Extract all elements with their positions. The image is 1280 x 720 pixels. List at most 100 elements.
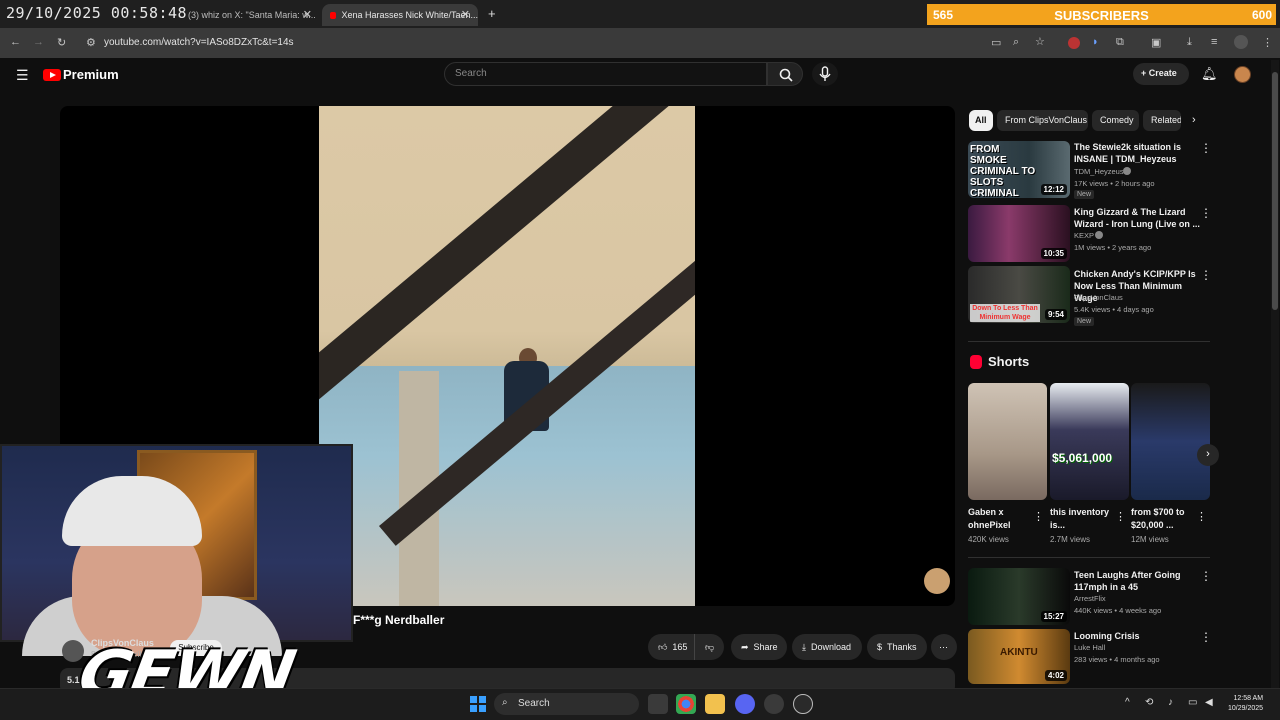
short-thumbnail[interactable] [968, 383, 1047, 500]
thumbs-down-icon: 👎︎ [705, 641, 715, 652]
recommendation-channel[interactable]: ArrestFlix [1074, 594, 1106, 603]
menu-dots-icon[interactable]: ⋮ [1262, 36, 1273, 49]
thanks-button[interactable]: $ Thanks [867, 634, 927, 660]
download-icon[interactable]: ⤓ [1187, 36, 1192, 49]
more-options-icon[interactable]: ⋮ [1196, 510, 1207, 523]
clock-app-icon[interactable] [793, 694, 813, 714]
account-avatar[interactable] [1234, 66, 1251, 83]
video-thumbnail[interactable]: Down To Less Than Minimum Wage 9:54 [968, 266, 1070, 323]
more-options-icon[interactable]: ⋮ [1033, 510, 1044, 523]
recommendation-title[interactable]: Teen Laughs After Going 117mph in a 45 [1074, 569, 1204, 593]
recommendation-channel[interactable]: KEXP [1074, 231, 1094, 240]
more-options-icon[interactable]: ⋮ [1200, 206, 1212, 220]
tray-overflow-icon[interactable]: ^ [1125, 697, 1130, 708]
split-view-icon[interactable]: ▣ [1151, 36, 1161, 49]
chip-from-channel[interactable]: From ClipsVonClaus [997, 110, 1088, 131]
search-icon [779, 68, 793, 82]
more-options-icon[interactable]: ⋮ [1200, 141, 1212, 155]
dislike-button[interactable]: 👎︎ [694, 634, 724, 660]
more-options-icon[interactable]: ⋮ [1115, 510, 1126, 523]
back-icon[interactable]: ← [10, 36, 21, 48]
taskbar-clock[interactable]: 12:58 AM 10/29/2025 [1228, 694, 1263, 714]
download-button[interactable]: ⤓ Download [792, 634, 862, 660]
create-label: Create [1148, 68, 1177, 78]
youtube-favicon-icon [330, 11, 337, 19]
video-thumbnail[interactable]: 15:27 [968, 568, 1070, 625]
cast-icon[interactable]: ▭ [991, 36, 1001, 49]
subscriber-goal-bar: 565 SUBSCRIBERS 600 [927, 4, 1276, 25]
site-info-icon[interactable]: ⚙ [86, 36, 96, 49]
close-tab-icon[interactable]: ✕ [303, 8, 312, 21]
recommendation-channel[interactable]: ClipsVonClaus [1074, 293, 1123, 302]
youtube-logo-label[interactable]: Premium [63, 67, 119, 82]
microphone-icon [819, 66, 831, 81]
short-overlay-text: $5,061,000 [1052, 451, 1113, 465]
microphone-icon[interactable]: ♪ [1168, 697, 1173, 708]
network-icon[interactable]: ⟲ [1145, 697, 1153, 708]
like-button[interactable]: 👍︎ 165 [648, 634, 694, 660]
recommendation-channel[interactable]: Luke Hall [1074, 643, 1105, 652]
share-button[interactable]: ➦ Share [731, 634, 787, 660]
zoom-icon[interactable]: ⌕ [1013, 36, 1019, 49]
verified-icon [1123, 167, 1131, 175]
create-button[interactable]: + Create [1133, 63, 1189, 85]
search-input[interactable]: Search [444, 62, 767, 86]
video-duration: 9:54 [1044, 309, 1067, 320]
profile-icon[interactable] [1234, 35, 1248, 49]
chip-comedy[interactable]: Comedy [1092, 110, 1139, 131]
recommendation-title[interactable]: King Gizzard & The Lizard Wizard - Iron … [1074, 206, 1204, 230]
url-field[interactable]: youtube.com/watch?v=IASo8DZxTc&t=14s [104, 37, 294, 48]
recommendation-meta: 5.4K views • 4 days ago [1074, 305, 1154, 314]
browser-tab-active[interactable]: Xena Harasses Nick White/Taen... ✕ [322, 4, 478, 26]
more-options-icon[interactable]: ⋮ [1200, 630, 1212, 644]
video-thumbnail[interactable]: AKINTU 4:02 [968, 629, 1070, 684]
short-thumbnail[interactable]: $5,061,000 [1050, 383, 1129, 500]
new-tab-icon[interactable]: + [488, 6, 496, 21]
short-thumbnail[interactable] [1131, 383, 1210, 500]
download-icon: ⤓ [802, 641, 806, 652]
browser-tab[interactable]: (3) whiz on X: "Santa Maria: w... ✕ [180, 4, 320, 26]
chip-all[interactable]: All [969, 110, 993, 131]
channel-avatar[interactable] [62, 640, 84, 662]
video-title: F***g Nerdballer [353, 613, 445, 627]
chrome-icon[interactable] [676, 694, 696, 714]
bookmark-star-icon[interactable]: ☆ [1035, 35, 1045, 48]
more-actions-button[interactable]: ⋯ [931, 634, 957, 660]
chips-next-icon[interactable]: › [1192, 114, 1196, 126]
thanks-label: Thanks [887, 642, 917, 652]
scrollbar-thumb[interactable] [1272, 72, 1278, 310]
recommendation-title[interactable]: The Stewie2k situation is INSANE | TDM_H… [1074, 141, 1204, 165]
app-icon[interactable] [764, 694, 784, 714]
close-tab-icon[interactable]: ✕ [461, 8, 470, 21]
recommendation-title[interactable]: Looming Crisis [1074, 630, 1204, 642]
more-options-icon[interactable]: ⋮ [1200, 268, 1212, 282]
video-thumbnail[interactable]: FROM SMOKE CRIMINAL TO SLOTS CRIMINAL 12… [968, 141, 1070, 198]
volume-icon[interactable]: ◀ [1205, 697, 1213, 708]
hamburger-menu-icon[interactable]: ☰ [16, 67, 29, 84]
reload-icon[interactable]: ↻ [57, 36, 66, 49]
discord-icon[interactable] [735, 694, 755, 714]
task-view-icon[interactable] [648, 694, 668, 714]
notifications-bell-icon[interactable]: 🔔︎ [1201, 66, 1218, 82]
reading-list-icon[interactable]: ≡ [1211, 36, 1217, 48]
search-button[interactable] [767, 62, 803, 86]
youtube-logo-icon[interactable] [43, 69, 61, 81]
extension-icon[interactable] [1068, 37, 1080, 49]
channel-watermark[interactable] [924, 568, 950, 594]
shorts-next-button[interactable]: › [1197, 444, 1219, 466]
short-title[interactable]: Gaben x ohnePixel [968, 506, 1034, 532]
short-title[interactable]: from $700 to $20,000 ... [1131, 506, 1197, 532]
short-title[interactable]: this inventory is... [1050, 506, 1116, 532]
extensions-puzzle-icon[interactable]: ⧉ [1116, 36, 1124, 49]
taskbar-search[interactable]: Search [494, 693, 639, 715]
video-thumbnail[interactable]: 10:35 [968, 205, 1070, 262]
file-explorer-icon[interactable] [705, 694, 725, 714]
recommendation-channel[interactable]: TDM_Heyzeus [1074, 167, 1124, 176]
extension-icon[interactable]: ◗ [1092, 36, 1099, 48]
windows-start-icon[interactable] [470, 696, 486, 712]
wifi-icon[interactable]: ▭ [1188, 697, 1197, 708]
more-options-icon[interactable]: ⋮ [1200, 569, 1212, 583]
chip-related[interactable]: Related [1143, 110, 1181, 131]
forward-icon[interactable]: → [33, 36, 44, 48]
voice-search-button[interactable] [812, 62, 838, 86]
